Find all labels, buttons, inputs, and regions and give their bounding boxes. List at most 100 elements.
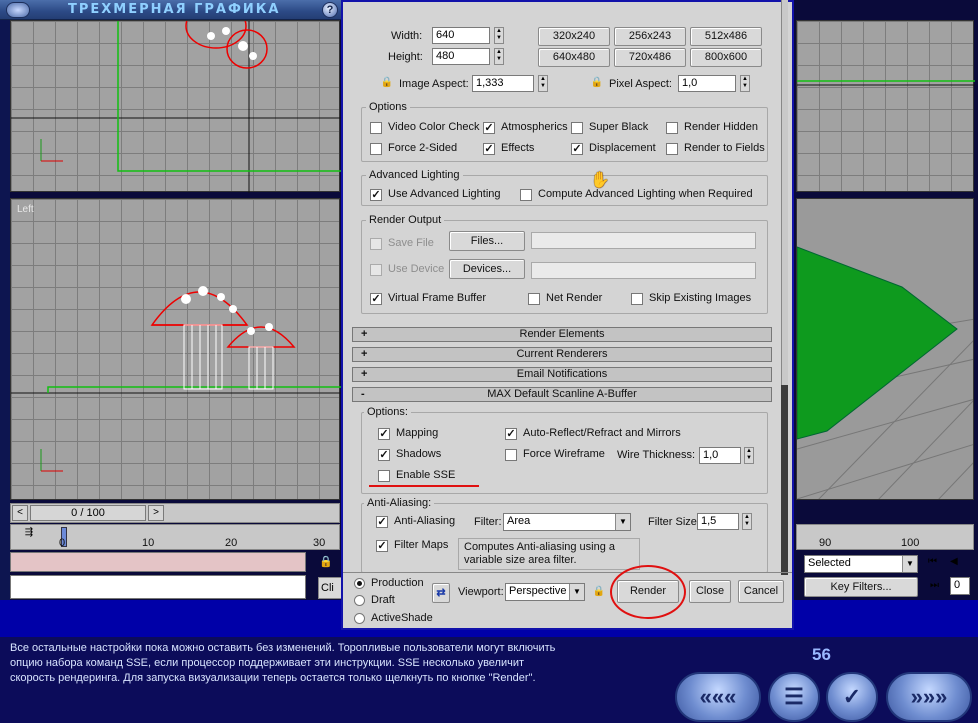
image-aspect-spinner[interactable]: ▲ ▼ [538,75,548,92]
wire-thickness-spinner[interactable]: ▲ ▼ [744,447,754,464]
key-mode-icon[interactable]: ⏭ [930,580,939,591]
rollout-scanline[interactable]: - MAX Default Scanline A-Buffer [352,387,772,402]
lock-icon[interactable]: 🔒 [590,76,604,90]
devices-button[interactable]: Devices... [449,259,525,279]
app-icon[interactable] [6,2,30,18]
width-field[interactable]: 640 [432,27,490,44]
anti-aliasing-checkbox[interactable]: ✓ [376,516,388,528]
nav-menu-button[interactable]: ☰ [768,672,820,722]
cli-button[interactable]: Cli [318,577,342,599]
current-frame-field[interactable]: 0 [950,577,970,595]
image-aspect-field[interactable]: 1,333 [472,75,534,92]
filter-dropdown[interactable]: Area ▼ [503,513,631,531]
use-device-checkbox[interactable] [370,264,382,276]
preset-640x480-button[interactable]: 640x480 [538,48,610,67]
height-field[interactable]: 480 [432,48,490,65]
rollout-current-renderers[interactable]: + Current Renderers [352,347,772,362]
close-button[interactable]: Close [689,580,731,603]
track-bar-right[interactable]: 90 100 [796,524,974,550]
draft-radio[interactable] [354,595,365,606]
prev-frame-icon[interactable]: ◀ [950,556,958,567]
preset-800x600-button[interactable]: 800x600 [690,48,762,67]
filter-maps-label: Filter Maps [394,539,449,551]
viewport-front[interactable] [796,20,975,192]
prompt-field[interactable] [10,575,306,599]
compute-advanced-lighting-checkbox[interactable] [520,189,532,201]
cancel-button[interactable]: Cancel [738,580,784,603]
force-2-sided-checkbox[interactable] [370,143,382,155]
anti-aliasing-label: Anti-Aliasing [394,515,456,527]
viewport-left[interactable]: Left [10,198,341,500]
hand-cursor-icon: ✋ [590,172,610,189]
video-color-check-checkbox[interactable] [370,122,382,134]
use-advanced-lighting-label: Use Advanced Lighting [388,188,501,200]
front-viewport-scene [797,80,975,86]
time-prev-button[interactable]: < [12,505,28,521]
lock-selection-icon[interactable]: 🔒 [312,552,340,572]
skip-existing-images-checkbox[interactable] [631,293,643,305]
time-next-button[interactable]: > [148,505,164,521]
mushroom-scene [11,286,341,472]
rollout-render-elements[interactable]: + Render Elements [352,327,772,342]
viewport-top[interactable] [10,20,341,193]
render-output-title: Render Output [366,214,445,226]
preset-512x486-button[interactable]: 512x486 [690,27,762,46]
auto-reflect-checkbox[interactable]: ✓ [505,428,517,440]
filter-size-spinner[interactable]: ▲ ▼ [742,513,752,530]
key-filters-button[interactable]: Key Filters... [804,577,918,597]
effects-checkbox[interactable]: ✓ [483,143,495,155]
rollout-label: Render Elements [519,328,605,340]
atmospherics-label: Atmospherics [501,121,568,133]
net-render-checkbox[interactable] [528,293,540,305]
filter-size-field[interactable]: 1,5 [697,513,739,530]
collapse-icon: - [361,388,365,400]
selection-filter-value: Selected [808,557,851,569]
lock-icon[interactable]: 🔒 [380,76,394,90]
viewport-perspective[interactable] [796,198,974,500]
production-radio[interactable] [354,578,365,589]
dialog-scrollbar-thumb[interactable] [781,385,788,575]
preset-720x486-button[interactable]: 720x486 [614,48,686,67]
nav-back-button[interactable]: ««« [675,672,761,722]
nav-check-button[interactable]: ✓ [826,672,878,722]
help-icon[interactable]: ? [322,2,338,18]
tick-label: 30 [313,537,326,549]
activeshade-radio[interactable] [354,613,365,624]
render-to-fields-checkbox[interactable] [666,143,678,155]
shadows-checkbox[interactable]: ✓ [378,449,390,461]
goto-start-icon[interactable]: ⏮ [928,556,937,567]
lock-icon[interactable]: 🔒 [592,585,606,599]
preset-256x243-button[interactable]: 256x243 [614,27,686,46]
pixel-aspect-spinner[interactable]: ▲ ▼ [740,75,750,92]
virtual-frame-buffer-checkbox[interactable]: ✓ [370,293,382,305]
filter-maps-checkbox[interactable]: ✓ [376,540,388,552]
use-advanced-lighting-checkbox[interactable]: ✓ [370,189,382,201]
track-bar-icon[interactable]: ⇶ [19,528,39,546]
mapping-checkbox[interactable]: ✓ [378,428,390,440]
time-slider-thumb[interactable]: 0 / 100 [30,505,146,521]
preset-320x240-button[interactable]: 320x240 [538,27,610,46]
width-spinner[interactable]: ▲ ▼ [494,27,504,44]
toggle-icon[interactable]: ⇄ [432,583,450,603]
track-bar[interactable]: ⇶ 0 10 20 30 [10,524,340,550]
selection-filter-dropdown[interactable]: Selected ▼ [804,555,918,573]
super-black-checkbox[interactable] [571,122,583,134]
filter-size-label: Filter Size: [648,516,700,528]
pixel-aspect-field[interactable]: 1,0 [678,75,736,92]
viewport-dropdown[interactable]: Perspective ▼ [505,583,585,601]
save-file-checkbox[interactable] [370,238,382,250]
nav-forward-button[interactable]: »»» [886,672,972,722]
enable-sse-checkbox[interactable] [378,470,390,482]
wire-thickness-label: Wire Thickness: [617,449,696,461]
tick-label: 100 [901,537,920,549]
atmospherics-checkbox[interactable]: ✓ [483,122,495,134]
force-wireframe-checkbox[interactable] [505,449,517,461]
files-button[interactable]: Files... [449,231,525,251]
advanced-lighting-title: Advanced Lighting [366,169,463,181]
wire-thickness-field[interactable]: 1,0 [699,447,741,464]
rollout-email-notifications[interactable]: + Email Notifications [352,367,772,382]
highlight-circle [610,565,686,619]
displacement-checkbox[interactable]: ✓ [571,143,583,155]
height-spinner[interactable]: ▲ ▼ [494,48,504,65]
render-hidden-checkbox[interactable] [666,122,678,134]
